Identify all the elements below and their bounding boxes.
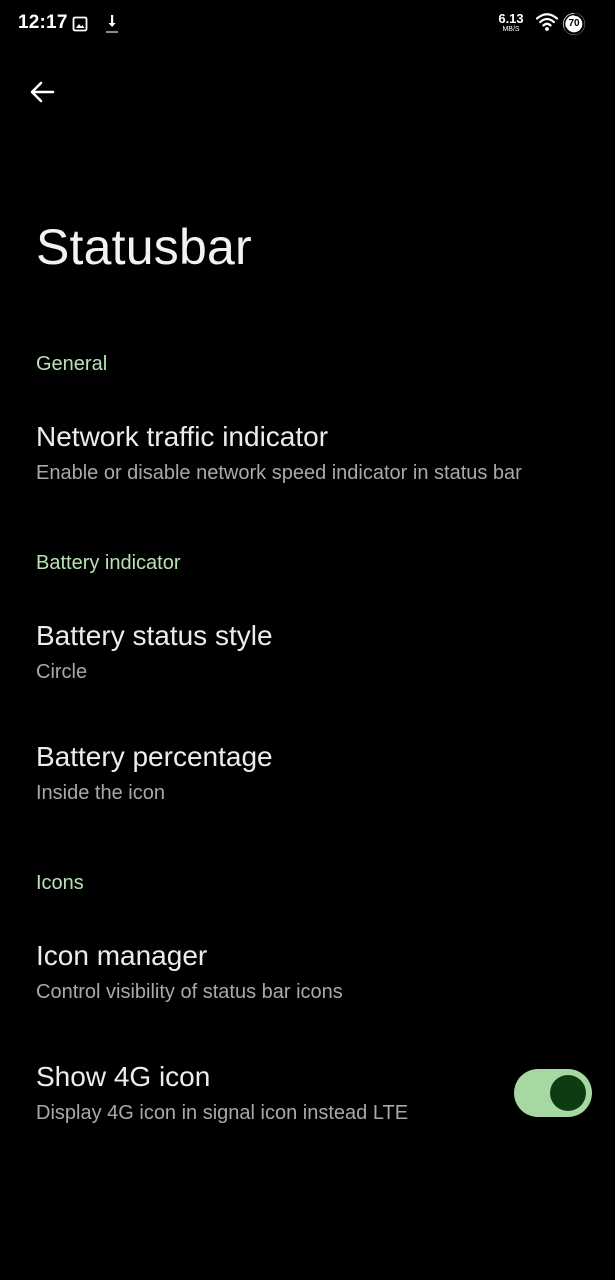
status-time: 12:17 [18,12,68,33]
battery-circle-icon: 70 [563,13,585,35]
section-header-general: General [36,353,108,375]
download-icon [106,15,118,33]
toggle-thumb [550,1075,586,1111]
section-header-battery-indicator: Battery indicator [36,552,181,574]
page-title: Statusbar [36,219,252,275]
battery-level-text: 70 [568,18,580,29]
arrow-left-icon [30,81,55,103]
network-speed-value: 6.13 [498,11,524,26]
pref-summary: Control visibility of status bar icons [36,981,343,1003]
pref-battery-status-style[interactable]: Battery status style Circle [0,619,615,685]
pref-title: Icon manager [36,940,208,971]
status-bar: 12:17 6.13 MB/S 70 [0,0,615,48]
pref-title: Network traffic indicator [36,421,329,452]
back-button[interactable] [20,70,64,114]
pref-network-traffic-indicator[interactable]: Network traffic indicator Enable or disa… [0,420,615,486]
network-speed-unit: MB/S [502,26,520,33]
gallery-icon [72,16,88,32]
pref-icon-manager[interactable]: Icon manager Control visibility of statu… [0,939,615,1005]
pref-battery-percentage[interactable]: Battery percentage Inside the icon [0,740,615,806]
section-header-icons: Icons [36,872,84,894]
pref-title: Battery percentage [36,741,273,772]
wifi-icon [536,13,558,31]
pref-title: Battery status style [36,620,273,651]
show-4g-icon-toggle[interactable] [514,1069,592,1117]
pref-summary: Enable or disable network speed indicato… [36,462,522,484]
network-speed-indicator: 6.13 MB/S [496,12,526,33]
pref-summary: Circle [36,661,88,683]
pref-summary: Inside the icon [36,782,165,804]
